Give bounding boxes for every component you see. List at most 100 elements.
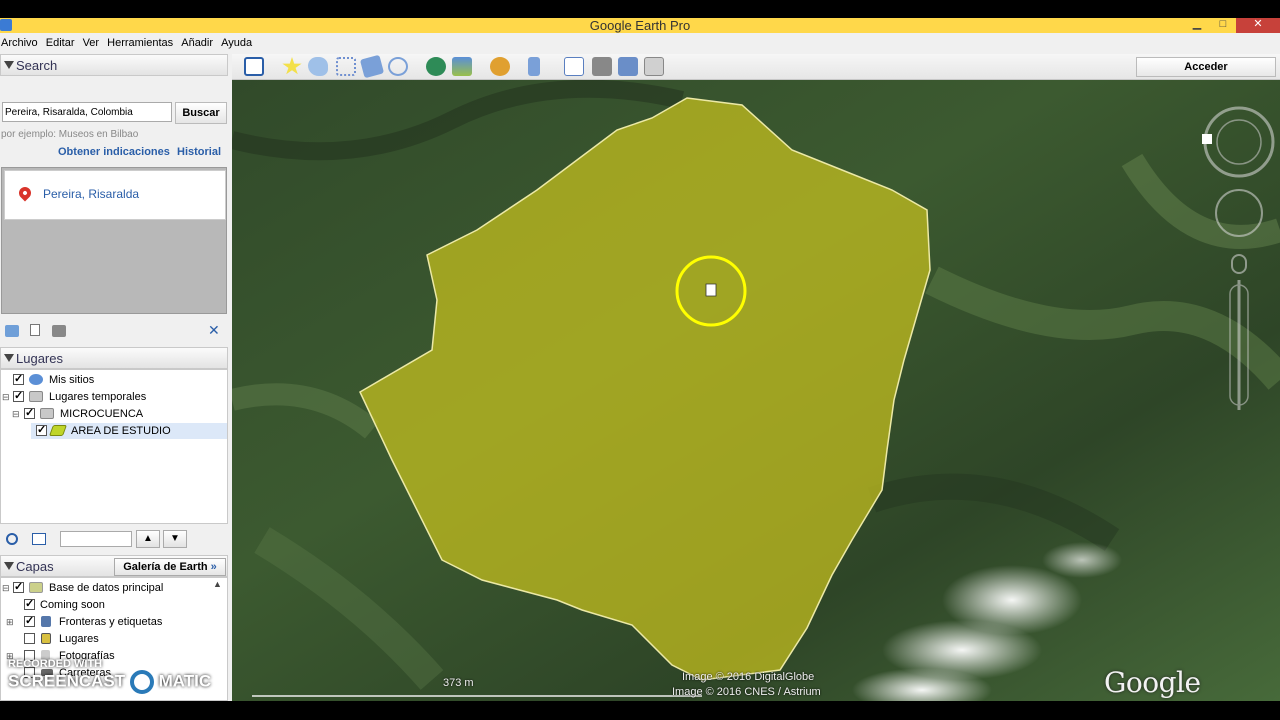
- watermark-line3: MATIC: [158, 671, 212, 691]
- minimize-button[interactable]: ▁: [1185, 18, 1209, 33]
- places-panel-title: Lugares: [16, 351, 63, 366]
- copy-icon[interactable]: [30, 324, 40, 336]
- historical-imagery-icon[interactable]: [426, 57, 446, 76]
- search-panel-header[interactable]: Search: [0, 54, 228, 76]
- sunlight-icon[interactable]: [452, 57, 472, 76]
- imagery-attribution-1: Image © 2016 DigitalGlobe: [682, 671, 815, 683]
- panel-toggle-icon[interactable]: [32, 533, 46, 545]
- collapse-triangle-icon[interactable]: [4, 61, 14, 69]
- record-tour-icon[interactable]: [388, 57, 408, 76]
- search-tools-row: ✕: [0, 320, 228, 342]
- collapse-triangle-icon[interactable]: [4, 354, 14, 362]
- layer-checkbox[interactable]: [24, 613, 35, 629]
- menu-archivo[interactable]: Archivo: [0, 33, 42, 54]
- menu-anadir[interactable]: Añadir: [180, 33, 217, 54]
- image-overlay-icon[interactable]: [359, 54, 385, 79]
- hand-cursor-icon: [705, 283, 717, 297]
- search-result-label[interactable]: Pereira, Risaralda: [43, 187, 139, 201]
- place-item-area-de-estudio[interactable]: AREA DE ESTUDIO: [31, 422, 227, 439]
- layer-checkbox[interactable]: [13, 579, 24, 595]
- add-polygon-icon[interactable]: [308, 57, 328, 76]
- places-tree: Mis sitios ⊟ Lugares temporales ⊟ MICROC…: [0, 369, 228, 524]
- print-icon[interactable]: [592, 57, 612, 76]
- ruler-icon[interactable]: [528, 57, 540, 76]
- sidebar-toggle-icon[interactable]: [244, 57, 264, 76]
- layer-label: Coming soon: [40, 599, 105, 611]
- polygon-icon: [48, 425, 68, 436]
- menu-bar: Archivo Editar Ver Herramientas Añadir A…: [0, 33, 1280, 54]
- expand-icon[interactable]: ⊟: [2, 389, 10, 405]
- layers-panel-title: Capas: [16, 559, 54, 574]
- clear-search-icon[interactable]: ✕: [208, 322, 220, 339]
- place-checkbox[interactable]: [13, 371, 24, 387]
- places-nav-row: ▲ ▼: [0, 528, 228, 550]
- earth-gallery-label: Galería de Earth: [123, 561, 208, 573]
- screen-frame: Google Earth Pro ▁ □ ✕ Archivo Editar Ve…: [0, 0, 1280, 720]
- earth-gallery-button[interactable]: Galería de Earth »: [114, 558, 226, 576]
- add-folder-icon[interactable]: [5, 325, 19, 337]
- expand-icon[interactable]: ⊞: [6, 614, 14, 630]
- scroll-up-icon[interactable]: ▲: [213, 579, 222, 589]
- collapse-triangle-icon[interactable]: [4, 562, 14, 570]
- close-button[interactable]: ✕: [1236, 18, 1280, 33]
- add-placemark-icon[interactable]: [282, 57, 302, 75]
- watermark-line1: RECORDED WITH: [8, 658, 103, 670]
- layer-label: Base de datos principal: [49, 582, 164, 594]
- planets-icon[interactable]: [490, 57, 510, 76]
- expand-icon[interactable]: ⊟: [2, 580, 10, 596]
- maximize-button[interactable]: □: [1211, 18, 1235, 33]
- places-panel-header[interactable]: Lugares: [0, 347, 228, 369]
- place-checkbox[interactable]: [24, 405, 35, 421]
- layer-label: Fronteras y etiquetas: [59, 616, 163, 628]
- search-places-icon[interactable]: [6, 533, 18, 545]
- place-checkbox[interactable]: [36, 422, 47, 438]
- search-result-item[interactable]: Pereira, Risaralda: [4, 170, 226, 220]
- layer-checkbox[interactable]: [24, 596, 35, 612]
- google-earth-logo: Google earth: [1104, 666, 1201, 701]
- search-button[interactable]: Buscar: [175, 102, 227, 124]
- search-hint: por ejemplo: Museos en Bilbao: [1, 129, 139, 140]
- place-label: Lugares temporales: [49, 391, 147, 403]
- signin-button[interactable]: Acceder: [1136, 57, 1276, 77]
- menu-ver[interactable]: Ver: [82, 33, 104, 54]
- view-in-maps-icon[interactable]: [618, 57, 638, 76]
- menu-editar[interactable]: Editar: [45, 33, 79, 54]
- google-earth-window: Google Earth Pro ▁ □ ✕ Archivo Editar Ve…: [0, 18, 1280, 701]
- print-icon[interactable]: [52, 325, 66, 337]
- place-square-icon: [41, 633, 51, 644]
- database-icon: [29, 582, 43, 593]
- add-path-icon[interactable]: [336, 57, 356, 76]
- move-up-button[interactable]: ▲: [136, 530, 160, 548]
- search-panel-title: Search: [16, 58, 58, 73]
- folder-icon: [40, 408, 54, 419]
- place-label: AREA DE ESTUDIO: [71, 425, 171, 437]
- search-input[interactable]: [2, 102, 172, 122]
- earth-map-view[interactable]: Image © 2016 DigitalGlobe Image © 2016 C…: [232, 80, 1280, 701]
- menu-ayuda[interactable]: Ayuda: [220, 33, 256, 54]
- place-checkbox[interactable]: [13, 388, 24, 404]
- watermark-line2: SCREENCAST: [8, 671, 126, 691]
- places-filter-input[interactable]: [60, 531, 132, 547]
- satellite-imagery: [232, 80, 1280, 701]
- email-icon[interactable]: [564, 57, 584, 76]
- main-toolbar: Acceder: [232, 54, 1280, 80]
- expand-icon[interactable]: ⊟: [12, 406, 20, 422]
- location-pin-icon: [16, 184, 34, 202]
- screencast-logo-icon: [129, 670, 154, 694]
- move-down-button[interactable]: ▼: [163, 530, 187, 548]
- layer-checkbox[interactable]: [24, 633, 35, 644]
- directions-link[interactable]: Obtener indicaciones: [58, 146, 170, 158]
- menu-herramientas[interactable]: Herramientas: [106, 33, 177, 54]
- place-label: Mis sitios: [49, 374, 95, 386]
- layers-panel-header[interactable]: Capas Galería de Earth »: [0, 555, 228, 577]
- folder-icon: [29, 391, 43, 402]
- save-image-icon[interactable]: [644, 57, 664, 76]
- search-results: Pereira, Risaralda: [1, 167, 227, 314]
- window-title: Google Earth Pro: [589, 18, 691, 33]
- gallery-arrow-icon: »: [210, 561, 217, 573]
- letterbox-bottom: [0, 701, 1280, 720]
- north-indicator-icon[interactable]: [1202, 134, 1212, 144]
- sidebar: Search Buscar por ejemplo: Museos en Bil…: [0, 54, 230, 701]
- title-bar: Google Earth Pro ▁ □ ✕: [0, 18, 1280, 33]
- history-link[interactable]: Historial: [177, 146, 221, 158]
